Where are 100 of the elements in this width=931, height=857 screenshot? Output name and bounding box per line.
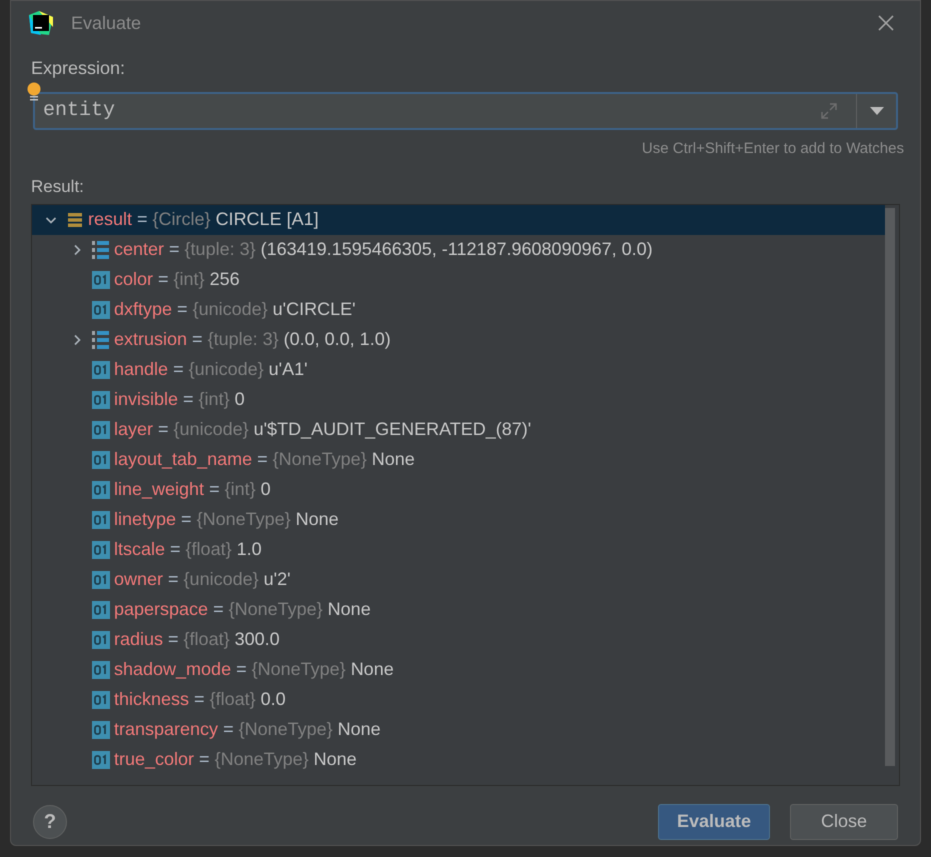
tree-row[interactable]: true_color = {NoneType} None <box>32 744 885 774</box>
binary-value-icon <box>92 270 110 288</box>
type-label: {NoneType} <box>196 508 291 531</box>
type-label: {unicode} <box>188 358 264 381</box>
close-button[interactable]: Close <box>790 804 898 840</box>
variable-name: paperspace <box>114 598 208 621</box>
numbered-list-icon <box>92 240 110 260</box>
tree-row[interactable]: shadow_mode = {NoneType} None <box>32 654 885 684</box>
variable-value: None <box>314 748 357 771</box>
variable-value: 0 <box>234 388 245 411</box>
type-label: {float} <box>186 538 232 561</box>
evaluate-button[interactable]: Evaluate <box>658 804 770 840</box>
tree-row[interactable]: ltscale = {float} 1.0 <box>32 534 885 564</box>
type-label: {float} <box>184 628 230 651</box>
variable-value: u'CIRCLE' <box>272 298 356 321</box>
type-label: {NoneType} <box>214 748 309 771</box>
tree-row[interactable]: thickness = {float} 0.0 <box>32 684 885 714</box>
help-button[interactable]: ? <box>33 804 67 838</box>
variable-name: thickness <box>114 688 190 711</box>
expression-field[interactable]: entity <box>33 92 898 130</box>
variable-value: None <box>328 598 371 621</box>
binary-value-icon <box>92 450 110 468</box>
equals-sign: = <box>173 358 184 381</box>
close-icon[interactable] <box>878 15 894 31</box>
equals-sign: = <box>169 238 180 261</box>
expression-value: entity <box>42 98 116 124</box>
variable-value: 300.0 <box>234 628 280 651</box>
equals-sign: = <box>168 628 179 651</box>
variable-name: ltscale <box>114 538 166 561</box>
tree-row[interactable]: center = {tuple: 3} (163419.1595466305, -112187.9608090967, 0.0) <box>32 234 885 264</box>
variable-value: 0 <box>260 478 271 501</box>
window-title: Evaluate <box>71 12 142 34</box>
equals-sign: = <box>158 418 169 441</box>
binary-value-icon <box>92 360 110 378</box>
tree-row[interactable]: transparency = {NoneType} None <box>32 714 885 744</box>
tree-row[interactable]: owner = {unicode} u'2' <box>32 564 885 594</box>
result-label: Result: <box>31 176 84 196</box>
tree-row[interactable]: radius = {float} 300.0 <box>32 624 885 654</box>
type-label: {NoneType} <box>238 718 333 741</box>
app-logo-icon <box>29 11 53 35</box>
binary-value-icon <box>92 420 110 438</box>
binary-value-icon <box>92 480 110 498</box>
variable-name: result <box>88 208 132 231</box>
tree-row[interactable]: layout_tab_name = {NoneType} None <box>32 444 885 474</box>
variable-name: shadow_mode <box>114 658 232 681</box>
type-label: {float} <box>210 688 256 711</box>
variable-name: color <box>114 268 154 291</box>
type-label: {NoneType} <box>272 448 367 471</box>
type-label: {int} <box>224 478 256 501</box>
binary-value-icon <box>92 750 110 768</box>
equals-sign: = <box>158 268 169 291</box>
variable-name: handle <box>114 358 168 381</box>
type-label: {int} <box>174 268 205 291</box>
variable-value: 1.0 <box>236 538 262 561</box>
binary-value-icon <box>92 570 110 588</box>
equals-sign: = <box>168 568 179 591</box>
type-label: {Circle} <box>152 208 211 231</box>
tree-row[interactable]: result = {Circle} CIRCLE [A1] <box>32 204 885 234</box>
equals-sign: = <box>181 508 192 531</box>
tree-row[interactable]: dxftype = {unicode} u'CIRCLE' <box>32 294 885 324</box>
variable-name: true_color <box>114 748 194 771</box>
binary-value-icon <box>92 300 110 318</box>
binary-value-icon <box>92 690 110 708</box>
equals-sign: = <box>199 748 210 771</box>
equals-sign: = <box>183 388 194 411</box>
variable-name: linetype <box>114 508 176 531</box>
equals-sign: = <box>257 448 268 471</box>
variable-name: layer <box>114 418 154 441</box>
type-label: {NoneType} <box>252 658 346 681</box>
tree-row[interactable]: layer = {unicode} u'$TD_AUDIT_GENERATED_(87)' <box>32 414 885 444</box>
tree-row[interactable]: handle = {unicode} u'A1' <box>32 354 885 384</box>
field-label: Expression: <box>31 58 126 78</box>
equals-sign: = <box>194 688 205 711</box>
scrollbar-thumb[interactable] <box>885 208 895 766</box>
lightbulb-icon[interactable] <box>27 82 41 102</box>
tree-row[interactable]: color = {int} 256 <box>32 264 885 294</box>
equals-sign: = <box>209 478 220 501</box>
type-label: {unicode} <box>192 298 268 321</box>
variable-value: 256 <box>210 268 240 291</box>
stack-icon <box>67 212 83 228</box>
hint-text: Use Ctrl+Shift+Enter to add to Watches <box>642 139 904 159</box>
tree-row[interactable]: invisible = {int} 0 <box>32 384 885 414</box>
variable-name: owner <box>114 568 164 591</box>
binary-value-icon <box>92 540 110 558</box>
tree-row[interactable]: paperspace = {NoneType} None <box>32 594 885 624</box>
equals-sign: = <box>223 718 234 741</box>
equals-sign: = <box>177 298 188 321</box>
variable-name: center <box>114 238 164 261</box>
binary-value-icon <box>92 660 110 678</box>
equals-sign: = <box>236 658 247 681</box>
type-label: {tuple: 3} <box>208 328 279 351</box>
caret-icon <box>870 107 884 115</box>
variable-value: (163419.1595466305, -112187.9608090967, 0.0) <box>260 238 653 261</box>
binary-value-icon <box>92 630 110 648</box>
variable-value: u'2' <box>264 568 291 591</box>
equals-sign: = <box>170 538 181 561</box>
tree-row[interactable]: linetype = {NoneType} None <box>32 504 885 534</box>
type-label: {int} <box>198 388 230 411</box>
tree-row[interactable]: extrusion = {tuple: 3} (0.0, 0.0, 1.0) <box>32 324 885 354</box>
tree-row[interactable]: line_weight = {int} 0 <box>32 474 885 504</box>
